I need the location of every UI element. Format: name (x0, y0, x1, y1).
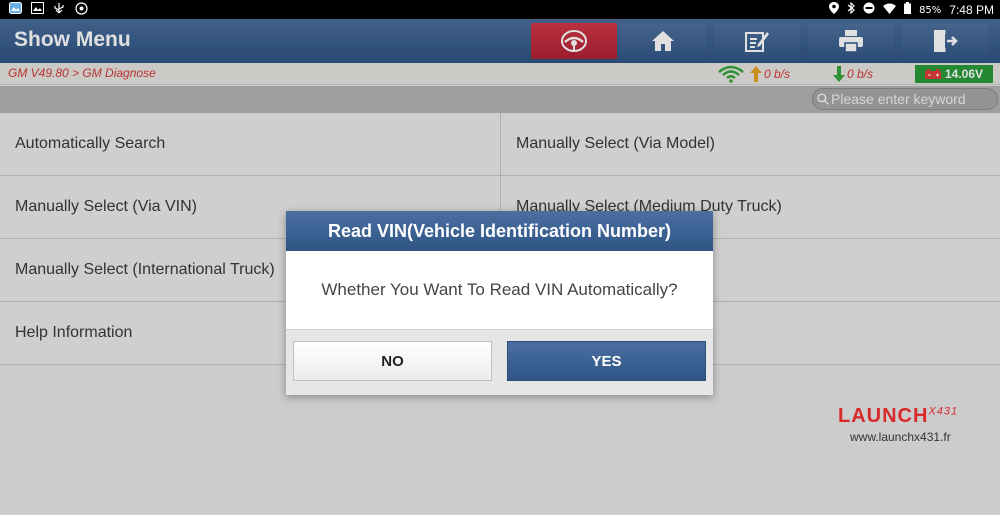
clock: 7:48 PM (949, 2, 994, 17)
status-notification-icons (8, 2, 88, 16)
battery-percent: 85% (919, 4, 942, 16)
usb-debug-icon (52, 2, 66, 16)
status-system-icons: 85% 7:48 PM (829, 1, 994, 18)
bluetooth-icon (847, 1, 855, 18)
dialog-message: Whether You Want To Read VIN Automatical… (321, 280, 678, 299)
launch-watermark: LAUNCHX431 www.launchx431.fr (838, 405, 988, 444)
launch-logo-text: LAUNCH (838, 405, 929, 427)
no-button[interactable]: NO (293, 341, 492, 381)
watermark-url: www.launchx431.fr (850, 430, 951, 444)
launch-logo-suffix: X431 (928, 405, 959, 418)
yes-button[interactable]: YES (507, 341, 706, 381)
launch-logo: LAUNCHX431 (838, 405, 988, 428)
launch-app-notification-icon (74, 2, 88, 16)
read-vin-dialog: Read VIN(Vehicle Identification Number) … (286, 211, 713, 395)
do-not-disturb-icon (863, 2, 875, 18)
image-notification-icon (30, 2, 44, 16)
android-status-bar: 85% 7:48 PM (0, 0, 1000, 19)
dialog-title: Read VIN(Vehicle Identification Number) (286, 211, 713, 251)
wifi-status-icon (883, 3, 897, 18)
gallery-notification-icon (8, 2, 22, 16)
location-icon (829, 2, 840, 18)
battery-icon (904, 2, 912, 18)
dialog-actions: NO YES (286, 329, 713, 395)
